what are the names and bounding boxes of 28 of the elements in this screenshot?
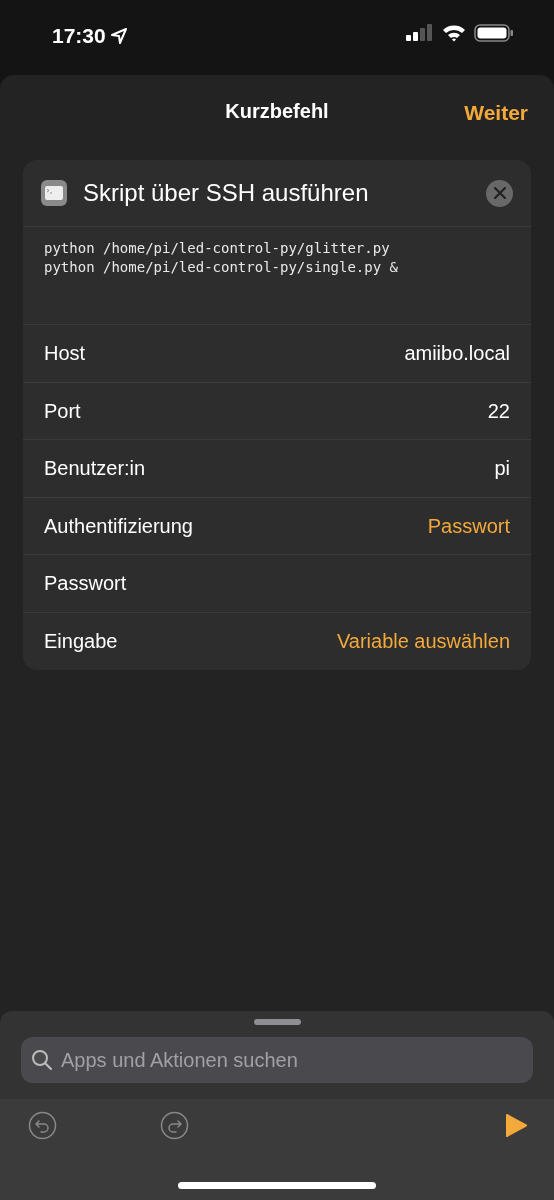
location-arrow-icon: [109, 26, 128, 45]
row-label: Port: [44, 398, 81, 424]
value-link[interactable]: Passwort: [427, 510, 510, 541]
script-field[interactable]: python /home/pi/led-control-py/glitter.py python /home/pi/led-control-py/single.py &: [23, 227, 531, 325]
undo-button[interactable]: [28, 1111, 57, 1140]
battery-icon: [474, 24, 514, 42]
next-button[interactable]: Weiter: [464, 97, 528, 129]
close-icon: [493, 187, 506, 199]
row-label: Host: [44, 341, 86, 367]
wifi-icon: [442, 24, 466, 42]
run-button[interactable]: [505, 1113, 528, 1139]
close-button[interactable]: [486, 179, 513, 207]
terminal-icon: [41, 180, 67, 206]
row-label: Eingabe: [44, 629, 118, 655]
redo-button[interactable]: [160, 1111, 189, 1140]
drag-handle[interactable]: [253, 1019, 301, 1025]
action-title: Skript über SSH ausführen: [83, 178, 370, 208]
search-field[interactable]: Apps und Aktionen suchen: [21, 1037, 533, 1083]
signal-icon: [406, 24, 434, 42]
row-value: 22: [487, 398, 510, 424]
row-label: Passwort: [44, 571, 127, 597]
row-label: Authentifizierung: [44, 513, 193, 539]
clock-time: 17:30: [52, 23, 106, 49]
value-link[interactable]: Variable auswählen: [336, 626, 510, 657]
sheet-title: Kurzbefehl: [225, 99, 329, 124]
row-label: Benutzer:in: [44, 456, 146, 482]
row-value: amiibo.local: [404, 341, 510, 367]
row-value: pi: [494, 456, 510, 482]
